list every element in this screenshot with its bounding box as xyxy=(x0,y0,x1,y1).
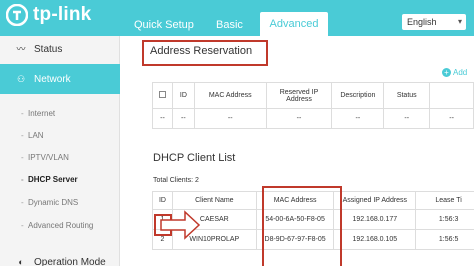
plus-icon: + xyxy=(442,68,451,77)
column-header: Lease Ti xyxy=(415,191,474,210)
tab-basic[interactable]: Basic xyxy=(216,14,243,36)
language-value: English xyxy=(407,17,437,27)
sidebar-sub-dynamic-dns[interactable]: Dynamic DNS xyxy=(21,198,78,207)
sidebar-sub-dhcp-server[interactable]: DHCP Server xyxy=(21,175,78,184)
language-select[interactable]: English ▾ xyxy=(402,14,466,30)
column-header: Reserved IP Address xyxy=(265,82,333,109)
sidebar-item-label: Network xyxy=(34,74,71,85)
column-header: Status xyxy=(383,82,431,109)
chevron-down-icon: ▾ xyxy=(457,17,462,26)
dhcp-client-list-title: DHCP Client List xyxy=(153,152,236,164)
network-icon: ⚇ xyxy=(16,74,26,84)
tp-link-logo-icon xyxy=(6,4,28,26)
address-reservation-table: ID MAC Address Reserved IP Address Descr… xyxy=(152,82,474,129)
column-header: ID xyxy=(171,82,195,109)
sidebar-sub-internet[interactable]: Internet xyxy=(21,109,55,118)
select-all-cell[interactable] xyxy=(152,82,173,109)
add-label: Add xyxy=(453,68,468,77)
column-header: Assigned IP Address xyxy=(333,191,417,210)
operation-mode-icon: ◐ xyxy=(18,257,24,266)
tab-quick-setup[interactable]: Quick Setup xyxy=(134,14,194,36)
sidebar-sub-advanced-routing[interactable]: Advanced Routing xyxy=(21,221,93,230)
brand-name: tp-link xyxy=(33,4,92,25)
sidebar-item-operation-mode[interactable]: ◐ Operation Mode xyxy=(0,252,120,266)
arrow-right-icon xyxy=(160,210,201,240)
total-clients: Total Clients: 2 xyxy=(153,177,199,184)
column-header: MAC Address xyxy=(193,82,267,109)
table-cell: -- xyxy=(383,108,431,129)
table-cell: -- xyxy=(265,108,333,129)
table-cell: -- xyxy=(171,108,195,129)
main-content: Address Reservation + Add ID MAC Address … xyxy=(124,36,474,266)
table-cell: 192.168.0.177 xyxy=(333,209,417,230)
top-bar: tp-link Quick Setup Basic Advanced Engli… xyxy=(0,0,474,36)
sidebar-item-label: Status xyxy=(34,44,63,55)
sidebar-sub-iptv[interactable]: IPTV/VLAN xyxy=(21,153,69,162)
checkbox[interactable] xyxy=(158,91,166,98)
sidebar-item-status[interactable]: 〰 Status xyxy=(0,36,120,62)
sidebar-item-label: Operation Mode xyxy=(34,257,106,266)
column-header: ID xyxy=(152,191,173,210)
column-header: Client Name xyxy=(171,191,257,210)
logo: tp-link xyxy=(6,4,91,26)
mac-column-highlight-box xyxy=(262,186,342,266)
sidebar-sub-lan[interactable]: LAN xyxy=(21,131,43,140)
tab-advanced[interactable]: Advanced xyxy=(260,12,328,36)
add-button[interactable]: + Add xyxy=(442,68,467,77)
table-cell: -- xyxy=(429,108,474,129)
table-cell: -- xyxy=(331,108,385,129)
table-header-row: ID MAC Address Reserved IP Address Descr… xyxy=(152,82,474,109)
table-cell: -- xyxy=(152,108,173,129)
table-cell: 192.168.0.105 xyxy=(333,229,417,250)
table-row: -- -- -- -- -- -- -- xyxy=(152,108,474,129)
column-header xyxy=(429,82,474,109)
table-cell: 1:56:3 xyxy=(415,209,474,230)
column-header: Description xyxy=(331,82,385,109)
sidebar-item-network[interactable]: ⚇ Network xyxy=(0,64,120,94)
table-cell: -- xyxy=(193,108,267,129)
table-cell: 1:56:5 xyxy=(415,229,474,250)
sidebar: 〰Status ⚇Network Internet LAN IPTV/VLAN … xyxy=(0,36,120,266)
address-reservation-title: Address Reservation xyxy=(150,45,253,57)
pulse-icon: 〰 xyxy=(16,44,26,54)
